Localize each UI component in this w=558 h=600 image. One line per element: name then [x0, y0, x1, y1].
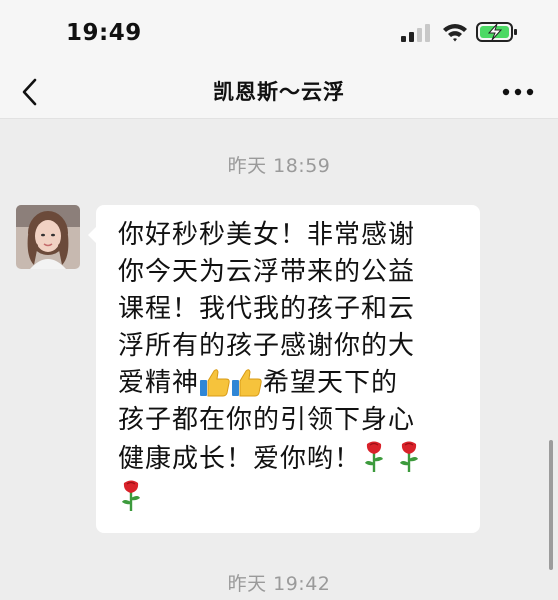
rose-icon — [365, 441, 384, 472]
thumbs-up-icon — [232, 369, 262, 397]
message-timestamp: 昨天 18:59 — [227, 155, 331, 177]
cellular-signal-icon — [401, 24, 430, 42]
rose-icon — [122, 480, 140, 511]
thumbs-up-icon — [200, 369, 230, 397]
chat-area[interactable]: 昨天 18:59 你好秒秒美女！非常感谢 你今天为云浮带来的公益 课程！我代我的… — [0, 119, 558, 600]
chat-nav-bar: 凯恩斯～云浮 — [0, 66, 558, 119]
message-line: 孩子都在你的引领下身心 — [118, 405, 416, 435]
message-line: 你今天为云浮带来的公益 — [118, 257, 416, 287]
message-bubble[interactable]: 你好秒秒美女！非常感谢 你今天为云浮带来的公益 课程！我代我的孩子和云 浮所有的… — [88, 205, 480, 533]
message-text: 你好秒秒美女！非常感谢 你今天为云浮带来的公益 课程！我代我的孩子和云 浮所有的… — [118, 217, 464, 517]
chat-title: 凯恩斯～云浮 — [213, 80, 345, 104]
status-time: 19:49 — [66, 20, 142, 46]
message-timestamp: 昨天 19:42 — [227, 573, 331, 595]
battery-charging-icon — [476, 22, 517, 42]
scrollbar[interactable] — [549, 440, 553, 570]
message-line: 你好秒秒美女！非常感谢 — [118, 220, 416, 250]
avatar-photo — [16, 205, 80, 269]
status-bar: 19:49 — [0, 0, 558, 66]
rose-icon — [400, 441, 419, 472]
message-line: 健康成长！爱你哟！ — [118, 444, 362, 474]
wifi-icon — [443, 24, 467, 42]
message-line: 希望天下的 — [263, 368, 399, 398]
avatar[interactable] — [16, 205, 80, 269]
message-line: 爱精神 — [118, 368, 200, 398]
more-dots-icon[interactable] — [500, 86, 536, 98]
message-line: 课程！我代我的孩子和云 — [118, 294, 416, 324]
message-line: 浮所有的孩子感谢你的大 — [118, 331, 416, 361]
